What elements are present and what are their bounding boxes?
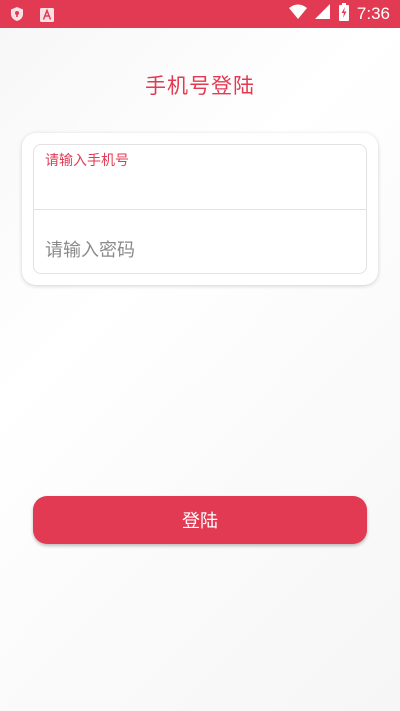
status-time: 7:36 [356, 4, 390, 23]
font-a-icon [40, 7, 54, 26]
login-button[interactable]: 登陆 [33, 496, 367, 544]
shield-icon [10, 6, 24, 26]
phone-field[interactable]: 请输入手机号 [34, 145, 366, 209]
password-field[interactable] [34, 210, 366, 273]
wifi-icon [288, 4, 307, 24]
page-title: 手机号登陆 [145, 74, 255, 98]
input-group: 请输入手机号 [33, 144, 367, 274]
cellular-signal-icon [314, 4, 331, 24]
status-bar: 7:36 [0, 0, 400, 28]
battery-charging-icon [338, 3, 349, 25]
status-bar-right: 7:36 [288, 3, 390, 25]
status-bar-left [10, 6, 54, 26]
login-card: 请输入手机号 [22, 133, 378, 285]
page-background [0, 28, 400, 711]
password-field-container [34, 209, 366, 273]
phone-field-label: 请输入手机号 [45, 153, 129, 169]
